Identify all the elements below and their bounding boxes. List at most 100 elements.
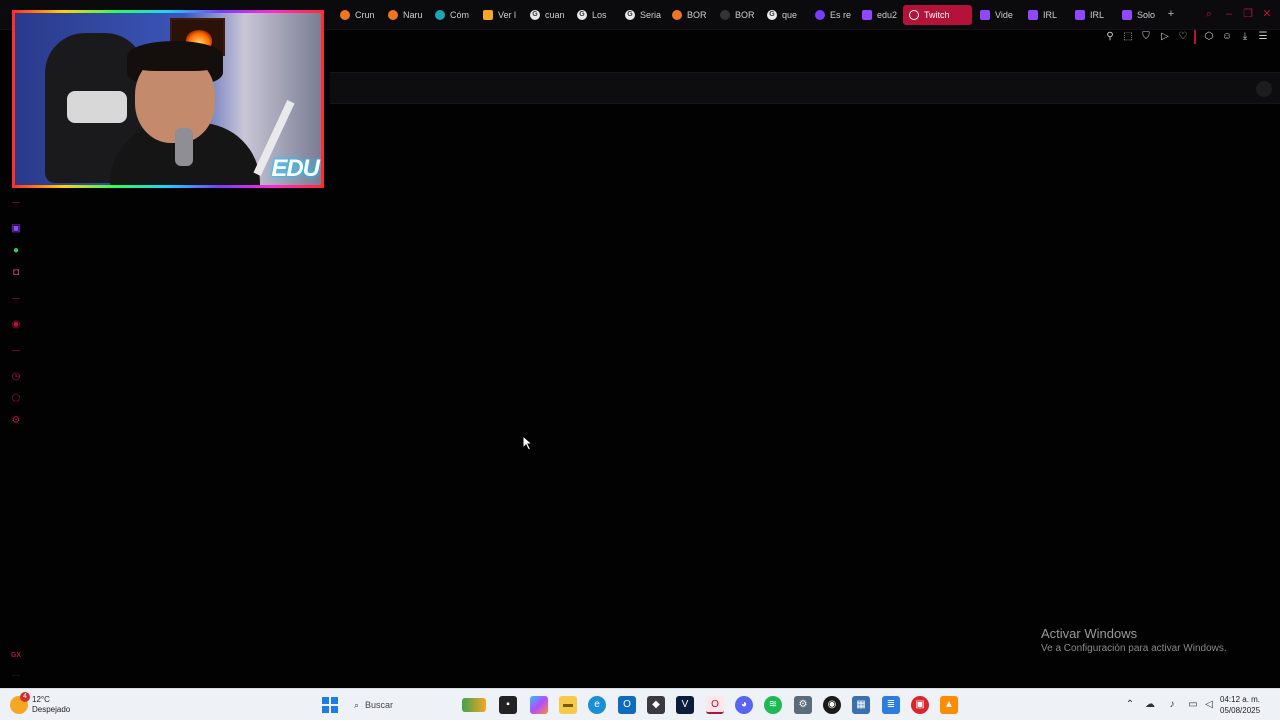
browser-tab[interactable]: Gcuan [530,5,566,25]
browser-tab[interactable]: G Seria [625,5,661,25]
browser-tab[interactable]: BOR [720,5,756,25]
app-red-icon[interactable]: ▣ [911,696,929,714]
calculator-icon[interactable]: ▦ [852,696,870,714]
menu-icon[interactable]: ☰ [1257,31,1269,43]
address-bar[interactable] [330,72,1280,104]
new-tab-button[interactable]: + [1165,8,1177,20]
browser-tab[interactable]: G Los [577,5,613,25]
tab-label: Los [592,10,607,20]
weather-condition: Despejado [32,705,71,714]
tab-label: Twitch [924,10,950,20]
weather-temp: 12°C [32,695,50,704]
tab-label: IRL [1043,10,1058,20]
obs-icon[interactable]: ◉ [823,696,841,714]
browser-tab[interactable]: Gque [767,5,803,25]
settings-icon[interactable]: ⚙ [10,415,22,427]
gx-label[interactable]: GX [10,650,22,662]
extensions-icon[interactable]: ⬡ [1203,31,1215,43]
heart-icon[interactable]: ♡ [1177,31,1189,43]
browser-toolbar: ⚲ ⬚ ⛉ ▷ ♡ ⬡ ☺ ⤓ ☰ [330,30,1280,44]
pin-icon[interactable]: ⚲ [1104,31,1116,43]
sidebar-divider [12,298,20,299]
sidebar-divider [12,202,20,203]
taskbar-clock[interactable]: 04:12 a. m. 05/08/2025 [1220,694,1260,716]
tab-label: Cóm [450,10,470,20]
browser-tab[interactable]: Cóm [435,5,471,25]
search-tabs-icon[interactable]: ⌕ [1203,8,1215,20]
tab-label: Ver l [498,10,517,20]
opera-icon [909,10,919,20]
browser-tab[interactable]: Vide [980,5,1016,25]
tray-overflow-icon[interactable]: ⌃ [1123,698,1137,712]
microphone-icon[interactable]: ♪ [1165,698,1179,712]
whatsapp-icon[interactable]: ● [10,245,22,257]
instagram-icon[interactable]: ◘ [10,267,22,279]
twitch-icon [1028,10,1038,20]
windows-taskbar: 4 12°C Despejado ⌕ Buscar ▪ ▬ e O ◆ V O … [0,688,1280,720]
browser-tab[interactable]: Crun [340,5,376,25]
twitch-icon [862,10,872,20]
download-icon[interactable]: ⤓ [1239,31,1251,43]
desktop-screen: ○ Crun Naru Cóm Ver l Gcuan GLos GSeria … [0,0,1280,720]
google-icon: G [530,10,540,20]
tab-label: Es re [830,10,851,20]
webcam-logo: EDU [271,155,320,182]
snapshot-icon[interactable]: ⬚ [1122,31,1134,43]
browser-tab[interactable]: IRL [1028,5,1064,25]
cloud-icon[interactable]: ☁ [1143,698,1157,712]
browser-tab[interactable]: Naru [388,5,424,25]
browser-tab[interactable]: Ver l [483,5,519,25]
task-view-icon[interactable]: ▪ [499,696,517,714]
restore-icon[interactable]: ❐ [1242,8,1254,20]
account-circle-icon[interactable] [1256,81,1272,97]
search-highlight-icon [462,698,486,712]
search-icon: ⌕ [354,699,360,710]
browser-tab[interactable]: Solo [1122,5,1158,25]
google-icon: G [577,10,587,20]
vlc-icon[interactable]: ▲ [940,696,958,714]
file-explorer-icon[interactable]: ▬ [559,696,577,714]
settings-icon[interactable]: ⚙ [794,696,812,714]
twitch-icon[interactable]: ▣ [10,223,22,235]
opera-gx-icon[interactable]: O [706,696,724,714]
notification-badge: 4 [20,692,30,702]
history-icon[interactable]: ◷ [10,371,22,383]
tab-label: Naru [403,10,423,20]
webcam-overlay: EDU [12,10,324,188]
profile-icon[interactable]: ☺ [1221,31,1233,43]
browser-tab-active[interactable]: Twitch [903,5,972,25]
extensions-icon[interactable]: ⬠ [10,393,22,405]
minimize-icon[interactable]: – [1223,8,1235,20]
watermark-title: Activar Windows [1041,626,1138,641]
browser-tab[interactable]: edu2 [862,5,898,25]
tab-label: edu2 [877,10,898,20]
browser-tab[interactable]: BOR [672,5,708,25]
close-icon[interactable]: ✕ [1261,8,1273,20]
shield-icon[interactable]: ⛉ [1140,31,1152,43]
toolbar-divider [1194,30,1196,44]
volume-icon[interactable]: ◁ [1202,698,1216,712]
tab-label: cuan [545,10,565,20]
app-cube-icon[interactable]: ◆ [647,696,665,714]
taskbar-search[interactable]: ⌕ Buscar [346,693,486,717]
edge-icon[interactable]: e [588,696,606,714]
player-icon[interactable]: ◉ [10,319,22,331]
tab-label: Solo [1137,10,1156,20]
spotify-icon[interactable]: ≋ [764,696,782,714]
vegas-icon[interactable]: V [676,696,694,714]
more-icon[interactable]: ··· [10,670,22,682]
weather-widget[interactable]: 4 12°C Despejado [10,692,71,717]
play-icon[interactable]: ▷ [1159,31,1171,43]
mouse-cursor-icon [522,435,534,451]
browser-tab[interactable]: IRL [1075,5,1111,25]
twitch-icon [980,10,990,20]
outlook-icon[interactable]: O [618,696,636,714]
discord-icon[interactable]: ◕ [735,696,753,714]
browser-tab[interactable]: Es re [815,5,851,25]
start-button[interactable] [322,697,338,713]
notepad-icon[interactable]: ≣ [882,696,900,714]
streamer-hair-top [127,41,223,71]
crunchyroll-icon [340,10,350,20]
copilot-icon[interactable] [530,696,548,714]
network-icon[interactable]: ▭ [1186,698,1200,712]
